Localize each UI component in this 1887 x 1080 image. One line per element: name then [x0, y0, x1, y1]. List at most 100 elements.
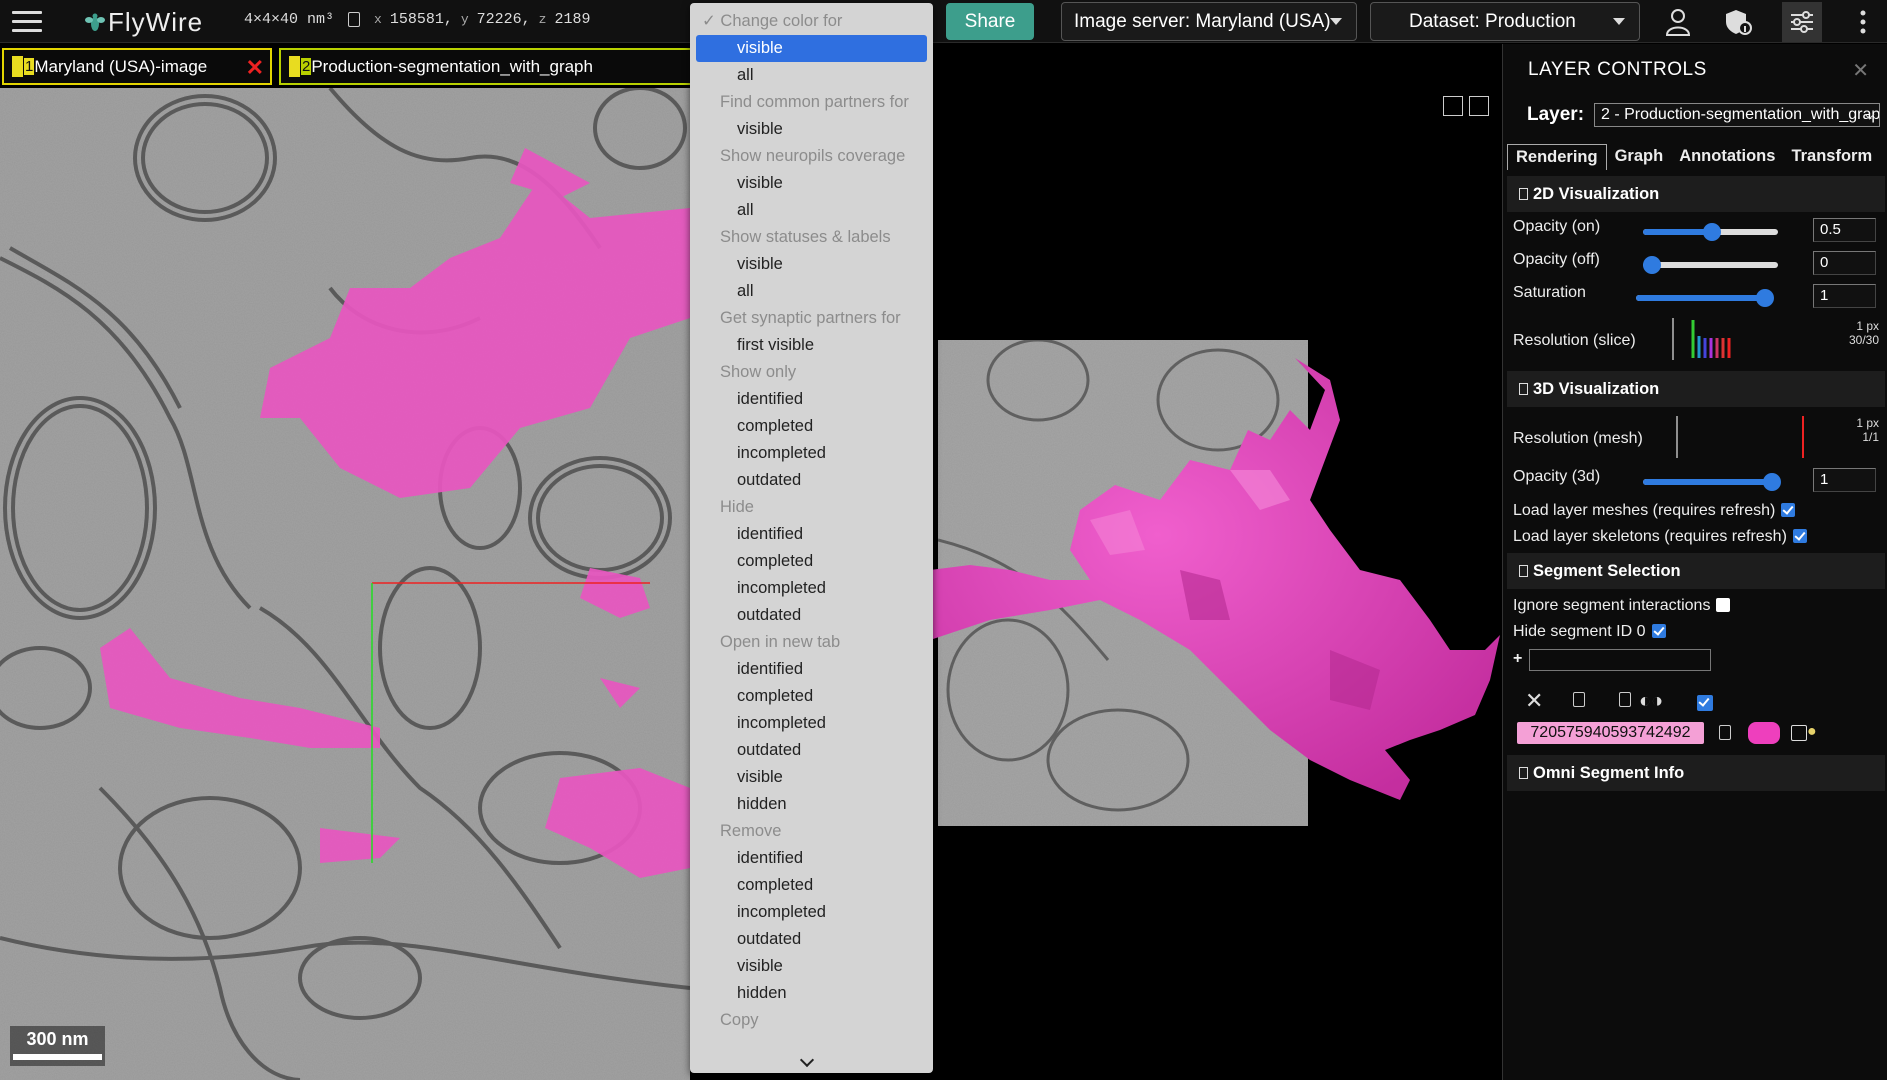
- section-omni-segment-info[interactable]: Omni Segment Info: [1507, 755, 1885, 791]
- menu-item[interactable]: incompleted: [690, 710, 933, 737]
- section-2d-visualization[interactable]: 2D Visualization: [1507, 176, 1885, 212]
- opacity-3d-slider[interactable]: [1643, 473, 1781, 491]
- shield-icon[interactable]: [1720, 4, 1756, 40]
- opacity-off-slider[interactable]: [1643, 256, 1778, 274]
- segment-color-swatch[interactable]: [1748, 722, 1780, 744]
- menu-item[interactable]: identified: [690, 656, 933, 683]
- slice-view-panel[interactable]: [0, 88, 690, 1080]
- toggle-visibility-icon[interactable]: ◐◑: [1639, 690, 1663, 713]
- menu-item[interactable]: incompleted: [690, 899, 933, 926]
- opacity-off-input[interactable]: 0: [1813, 251, 1876, 275]
- add-segment-input[interactable]: [1529, 649, 1711, 671]
- menu-item[interactable]: visible: [690, 116, 933, 143]
- menu-section-header: Find common partners for: [690, 89, 933, 116]
- menu-item[interactable]: visible: [690, 764, 933, 791]
- x-coordinate[interactable]: 158581,: [390, 11, 453, 28]
- menu-item-label: Find common partners for: [720, 93, 909, 111]
- menu-item[interactable]: visible: [690, 953, 933, 980]
- menu-item[interactable]: completed: [690, 872, 933, 899]
- ignore-interactions-checkbox[interactable]: [1716, 598, 1731, 612]
- saturation-slider[interactable]: [1636, 289, 1774, 307]
- resolution-slice-widget[interactable]: [1671, 316, 1751, 362]
- y-coordinate[interactable]: 72226,: [477, 11, 531, 28]
- menu-item[interactable]: outdated: [690, 602, 933, 629]
- panel-layout-controls: [1443, 96, 1489, 116]
- menu-item[interactable]: hidden: [690, 791, 933, 818]
- scale-bar-label: 300 nm: [26, 1029, 89, 1049]
- menu-item[interactable]: identified: [690, 521, 933, 548]
- maximize-icon[interactable]: [1443, 96, 1463, 116]
- copy-segment-id-icon[interactable]: [1719, 725, 1731, 740]
- menu-item[interactable]: all: [690, 197, 933, 224]
- load-skeletons-checkbox[interactable]: [1792, 529, 1807, 543]
- menu-item[interactable]: completed: [690, 413, 933, 440]
- opacity-3d-input[interactable]: 1: [1813, 468, 1876, 492]
- copy-visible-icon[interactable]: [1619, 692, 1631, 707]
- menu-item[interactable]: outdated: [690, 467, 933, 494]
- user-icon[interactable]: [1660, 4, 1696, 40]
- menu-section-header: Copy: [690, 1007, 933, 1034]
- dataset-dropdown[interactable]: Dataset: Production: [1370, 2, 1640, 41]
- menu-item[interactable]: identified: [690, 845, 933, 872]
- section-3d-visualization[interactable]: 3D Visualization: [1507, 371, 1885, 407]
- load-meshes-row: Load layer meshes (requires refresh): [1513, 502, 1796, 520]
- menu-item-label: visible: [737, 174, 783, 192]
- hide-segment-checkbox[interactable]: [1651, 624, 1666, 638]
- layer-color-swatch: [12, 56, 23, 77]
- section-segment-selection[interactable]: Segment Selection: [1507, 553, 1885, 589]
- menu-item-label: outdated: [737, 606, 802, 624]
- em-slice-image[interactable]: [0, 88, 690, 1080]
- layer-tab-image[interactable]: 1 Maryland (USA)-image ✕: [2, 48, 272, 85]
- resolution-mesh-widget[interactable]: [1675, 414, 1815, 460]
- scroll-down-icon[interactable]: [799, 1052, 815, 1068]
- menu-item[interactable]: completed: [690, 683, 933, 710]
- tab-graph[interactable]: Graph: [1607, 144, 1672, 170]
- layout-icon[interactable]: [1469, 96, 1489, 116]
- fly-icon: [85, 13, 105, 31]
- menu-item[interactable]: all: [690, 278, 933, 305]
- hamburger-menu-icon[interactable]: [12, 11, 42, 33]
- segment-id-chip[interactable]: 720575940593742492: [1517, 722, 1704, 744]
- menu-item[interactable]: visible: [690, 251, 933, 278]
- load-meshes-checkbox[interactable]: [1781, 503, 1796, 517]
- close-icon[interactable]: ✕: [1852, 58, 1869, 83]
- tab-rendering[interactable]: Rendering: [1507, 144, 1607, 170]
- menu-item[interactable]: visible: [690, 170, 933, 197]
- copy-icon[interactable]: [348, 12, 361, 27]
- opacity-on-input[interactable]: 0.5: [1813, 218, 1876, 242]
- more-vertical-icon[interactable]: [1845, 4, 1881, 40]
- close-icon[interactable]: ✕: [246, 55, 264, 81]
- menu-item[interactable]: incompleted: [690, 575, 933, 602]
- menu-item[interactable]: hidden: [690, 980, 933, 1007]
- saturation-input[interactable]: 1: [1813, 284, 1876, 308]
- tab-annotations[interactable]: Annotations: [1671, 144, 1783, 170]
- menu-item[interactable]: first visible: [690, 332, 933, 359]
- copy-segments-icon[interactable]: [1573, 692, 1585, 707]
- menu-item[interactable]: all: [690, 62, 933, 89]
- layer-controls-panel: LAYER CONTROLS ✕ Layer: 2 - Production-s…: [1502, 44, 1887, 1080]
- menu-item[interactable]: outdated: [690, 737, 933, 764]
- menu-item[interactable]: outdated: [690, 926, 933, 953]
- opacity-on-slider[interactable]: [1643, 223, 1778, 241]
- menu-item[interactable]: completed: [690, 548, 933, 575]
- settings-sliders-icon[interactable]: [1782, 2, 1822, 42]
- layer-tab-segmentation[interactable]: 2 Production-segmentation_with_graph: [279, 48, 699, 85]
- tab-transform[interactable]: Transform: [1783, 144, 1880, 170]
- menu-item-label: all: [737, 66, 754, 84]
- segment-info-bulb-icon[interactable]: ●: [1807, 723, 1817, 741]
- menu-item[interactable]: incompleted: [690, 440, 933, 467]
- menu-item-label: Show neuropils coverage: [720, 147, 906, 165]
- image-server-dropdown[interactable]: Image server: Maryland (USA): [1061, 2, 1357, 41]
- segment-visible-checkbox[interactable]: [1791, 725, 1807, 741]
- menu-item[interactable]: identified: [690, 386, 933, 413]
- menu-item[interactable]: visible: [696, 35, 927, 62]
- layer-select-dropdown[interactable]: 2 - Production-segmentation_with_graph: [1594, 103, 1880, 127]
- menu-item-label: incompleted: [737, 714, 826, 732]
- resolution-slice-label: Resolution (slice): [1513, 332, 1636, 349]
- select-all-checkbox[interactable]: [1697, 695, 1713, 711]
- share-button[interactable]: Share: [946, 3, 1034, 40]
- 3d-neuron-mesh[interactable]: [930, 350, 1500, 850]
- clear-segments-icon[interactable]: ✕: [1525, 688, 1543, 714]
- menu-item-label: completed: [737, 687, 814, 705]
- z-coordinate[interactable]: 2189: [554, 11, 590, 28]
